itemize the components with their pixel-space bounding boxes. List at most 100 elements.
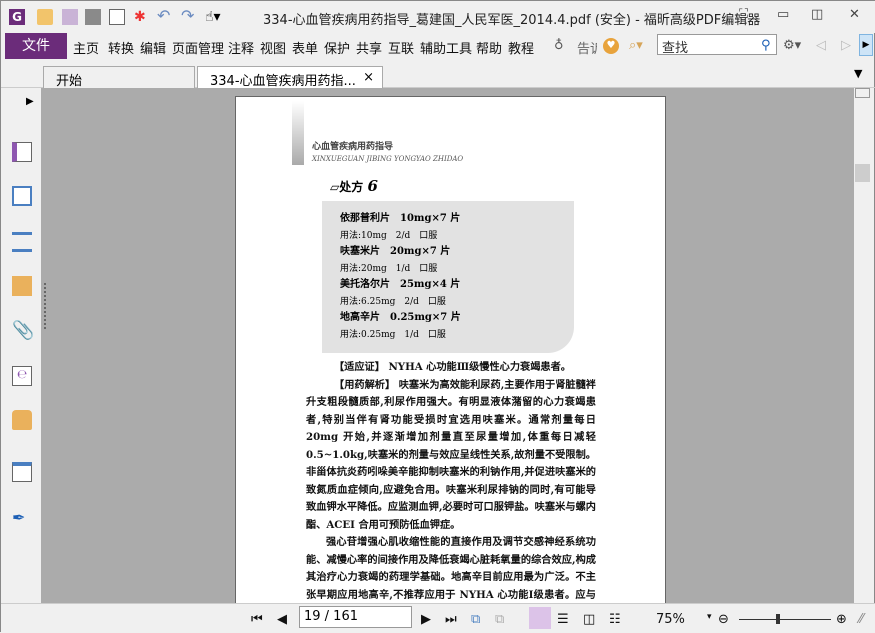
facing-view-icon[interactable]: ◫ [583,612,595,627]
comments-icon[interactable] [12,276,32,296]
digoxin-paragraph: 强心苷增强心肌收缩性能的直接作用及调节交感神经系统功能、减慢心率的间接作用及降低… [306,536,596,601]
tab-start[interactable]: 开始 [43,66,195,89]
indication-paragraph: 【适应证】 NYHA 心功能Ⅲ级慢性心力衰竭患者。 [334,361,571,373]
prescription-heading: ▱处方 6 [330,177,378,195]
gear-icon[interactable]: ⚙▾ [783,38,801,53]
left-sidebar: ▶ 📎 ℮ ✒ [1,88,41,603]
continuous-facing-view-icon[interactable]: ☷ [609,612,621,627]
prescription-number: 6 [367,177,378,195]
tab-label: 334-心血管疾病用药指... [210,74,356,89]
file-menu-button[interactable]: 文件 [5,33,67,59]
search-input[interactable]: 查找 [657,34,777,56]
menu-protect[interactable]: 保护 [324,38,350,57]
redo-icon[interactable]: ↷ [181,8,197,25]
prescription-icon: ▱ [330,180,340,194]
previous-view-icon[interactable]: ⧉ [471,612,480,627]
signature-icon[interactable]: ℮ [12,366,32,386]
tab-label: 开始 [56,74,83,89]
prescription-line: 用法:10mg 2/d 口服 [340,230,438,241]
menu-share[interactable]: 共享 [356,38,382,57]
scroll-thumb[interactable] [855,164,870,182]
menu-view[interactable]: 视图 [260,38,286,57]
first-page-button[interactable]: ⏮ [251,612,263,627]
menu-tools[interactable]: 辅助工具 [420,38,472,57]
pdf-page[interactable]: 心血管疾病用药指导 XINXUEGUAN JIBING YONGYAO ZHID… [235,96,666,603]
ribbon-scroll-button[interactable]: ▶ [859,34,873,56]
page-number-input[interactable]: 19 / 161 [299,606,412,628]
minimize-button[interactable]: ▭ [777,7,789,22]
menu-form[interactable]: 表单 [292,38,318,57]
tab-list-icon[interactable]: ▼ [854,67,862,80]
window-title: 334-心血管疾病用药指导_葛建国_人民军医_2014.4.pdf (安全) -… [263,13,761,28]
back-icon[interactable]: ◁ [816,38,826,53]
app-logo-icon: G [9,9,25,25]
prescription-line: 用法:0.25mg 1/d 口服 [340,329,446,340]
previous-page-button[interactable]: ◀ [277,612,287,627]
resize-grip-icon[interactable]: ⁄⁄ [859,612,863,627]
zoom-slider[interactable] [739,614,831,624]
lightbulb-icon[interactable]: ♁ [554,38,564,53]
layers-icon[interactable] [12,232,32,252]
menu-page-manage[interactable]: 页面管理 [172,38,224,57]
hand-tool-icon[interactable]: ☝▾ [205,9,235,25]
zoom-level[interactable]: 75% [656,612,685,627]
tab-document[interactable]: 334-心血管疾病用药指... × [197,66,383,89]
expand-panel-icon[interactable]: ▶ [26,96,34,107]
last-page-button[interactable]: ⏭ [445,612,457,627]
next-page-button[interactable]: ▶ [421,612,431,627]
certify-pen-icon[interactable]: ✒ [12,508,32,528]
menu-convert[interactable]: 转换 [108,38,134,57]
save-icon[interactable] [62,9,78,25]
print-icon[interactable] [85,9,101,25]
search-icon[interactable]: ⚲ [761,38,771,53]
heart-icon[interactable]: ♥ [603,38,619,54]
open-folder-icon[interactable] [37,9,53,25]
new-icon[interactable]: ✱ [134,9,150,25]
menu-help[interactable]: 帮助 [476,38,502,57]
form-fields-icon[interactable] [12,462,32,482]
vertical-scrollbar[interactable] [854,88,871,603]
menu-comment[interactable]: 注释 [228,38,254,57]
status-bar: ⏮ ◀ ▾ ▶ ⏭ ⧉ ⧉ ☰ ◫ ☷ 75% ▾ ⊖ ⊕ ⁄⁄ [1,603,875,633]
search-folder-icon[interactable]: ⌕▾ [629,38,643,53]
zoom-out-button[interactable]: ⊖ [718,612,729,627]
single-page-view-button[interactable] [529,607,551,629]
prescription-title: 处方 [339,180,364,194]
prescription-line: 地高辛片 0.25mg×7 片 [340,312,461,323]
tab-close-icon[interactable]: × [363,70,374,85]
close-button[interactable]: ✕ [849,7,860,22]
document-viewport[interactable]: 心血管疾病用药指导 XINXUEGUAN JIBING YONGYAO ZHID… [41,88,854,603]
prescription-line: 用法:6.25mg 2/d 口服 [340,296,446,307]
undo-icon[interactable]: ↶ [157,8,173,25]
zoom-slider-thumb[interactable] [775,614,780,624]
menu-home[interactable]: 主页 [73,38,99,57]
header-bar-decoration [292,101,304,165]
prescription-line: 美托洛尔片 25mg×4 片 [340,279,461,290]
lock-icon[interactable] [12,410,32,430]
running-header: 心血管疾病用药指导 [312,142,394,152]
zoom-in-button[interactable]: ⊕ [836,612,847,627]
prescription-box: 依那普利片 10mg×7 片用法:10mg 2/d 口服 呋塞米片 20mg×7 … [322,201,574,353]
menu-edit[interactable]: 编辑 [140,38,166,57]
body-text: 【适应证】 NYHA 心功能Ⅲ级慢性心力衰竭患者。 【用药解析】 呋塞米为高效能… [306,359,596,603]
prescription-line: 用法:20mg 1/d 口服 [340,263,438,274]
continuous-view-icon[interactable]: ☰ [557,612,569,627]
forward-icon[interactable]: ▷ [841,38,851,53]
panel-resize-handle[interactable] [44,283,46,329]
page-thumbnails-icon[interactable] [12,186,32,206]
title-bar: G ✱ ↶ ↷ ☝▾ 334-心血管疾病用药指导_葛建国_人民军医_2014.4… [1,1,875,33]
menu-connect[interactable]: 互联 [388,38,414,57]
bookmark-icon[interactable] [12,142,32,162]
attachment-icon[interactable]: 📎 [12,320,34,341]
menu-tutorial[interactable]: 教程 [508,38,534,57]
maximize-button[interactable]: ◫ [811,7,823,22]
scroll-up-button[interactable] [855,88,870,98]
prescription-line: 呋塞米片 20mg×7 片 [340,246,451,257]
analysis-paragraph: 【用药解析】 呋塞米为高效能利尿药,主要作用于肾脏髓袢升支粗段髓质部,利尿作用强… [306,378,596,531]
fullscreen-icon[interactable]: ⛶ [739,7,748,22]
properties-icon[interactable] [109,9,125,25]
running-header-en: XINXUEGUAN JIBING YONGYAO ZHIDAO [312,155,464,163]
zoom-dropdown-icon[interactable]: ▾ [707,612,712,622]
next-view-icon[interactable]: ⧉ [495,612,504,627]
tell-me[interactable]: 告诉 [577,38,597,57]
